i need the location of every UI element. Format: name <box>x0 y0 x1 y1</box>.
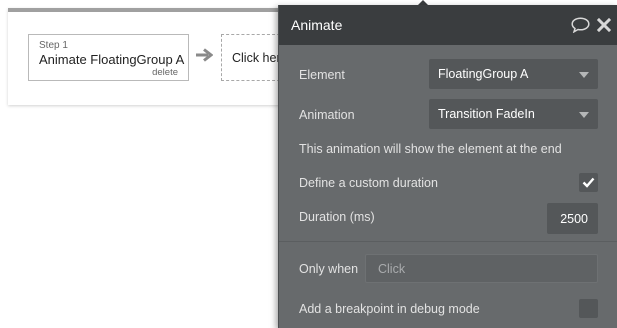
add-next-step-label: Click her <box>232 51 281 65</box>
chevron-down-icon <box>579 72 589 78</box>
only-when-input[interactable]: Click <box>365 254 598 283</box>
duration-label: Duration (ms) <box>299 210 375 224</box>
checkmark-icon <box>582 177 595 188</box>
only-when-label: Only when <box>299 262 359 276</box>
custom-duration-label: Define a custom duration <box>299 176 438 190</box>
breakpoint-checkbox[interactable] <box>579 299 598 318</box>
panel-header: Animate <box>279 5 617 45</box>
custom-duration-checkbox[interactable] <box>579 173 598 192</box>
only-when-placeholder: Click <box>378 262 406 276</box>
panel-title: Animate <box>291 17 343 33</box>
step-title: Animate FloatingGroup A <box>39 52 185 67</box>
close-icon[interactable] <box>597 18 611 32</box>
animation-label: Animation <box>299 108 355 122</box>
chevron-down-icon <box>579 112 589 118</box>
step-delete-link[interactable]: delete <box>152 67 178 78</box>
step-number-label: Step 1 <box>39 40 68 51</box>
comment-icon[interactable] <box>571 17 590 33</box>
animation-dropdown-value: Transition FadeIn <box>438 107 535 121</box>
animate-panel: Animate Element FloatingGroup A Animatio… <box>278 5 617 328</box>
animation-dropdown[interactable]: Transition FadeIn <box>429 99 598 129</box>
duration-input[interactable]: 2500 <box>547 203 598 234</box>
element-label: Element <box>299 68 345 82</box>
breakpoint-label: Add a breakpoint in debug mode <box>299 302 480 316</box>
element-dropdown-value: FloatingGroup A <box>438 67 529 81</box>
workflow-step-card[interactable]: Step 1 Animate FloatingGroup A delete <box>28 34 189 81</box>
duration-value: 2500 <box>560 212 588 226</box>
animation-note: This animation will show the element at … <box>299 142 562 156</box>
element-dropdown[interactable]: FloatingGroup A <box>429 59 598 89</box>
section-divider <box>279 241 617 242</box>
arrow-right-icon <box>196 48 213 62</box>
